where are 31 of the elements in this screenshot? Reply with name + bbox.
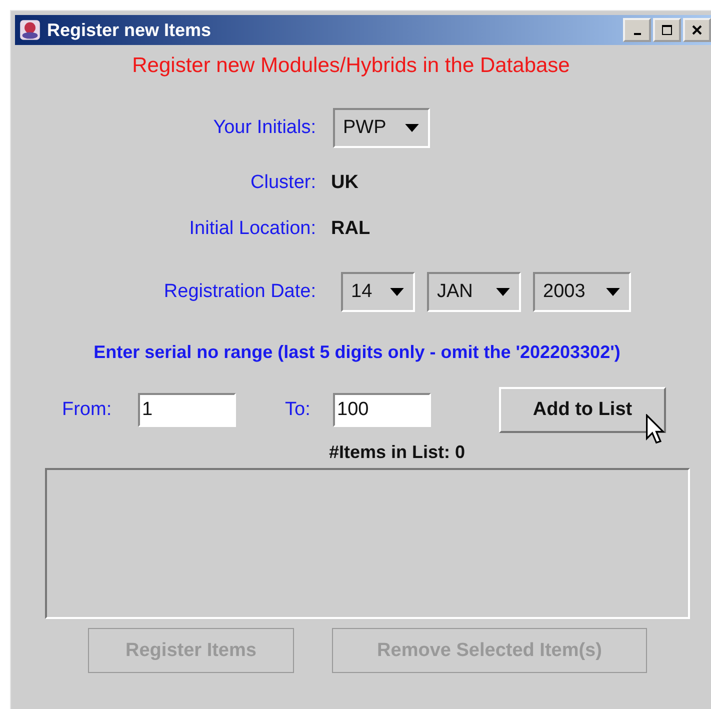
to-field[interactable]: 100 [333,393,431,427]
close-icon [691,24,703,36]
add-to-list-button[interactable]: Add to List [499,387,666,433]
from-field[interactable]: 1 [138,393,236,427]
initials-label: Your Initials: [212,117,316,139]
year-dropdown[interactable]: 2003 [533,272,631,312]
caret-icon [606,288,620,296]
maximize-button[interactable] [653,18,681,42]
cluster-value: UK [331,172,358,194]
date-label: Registration Date: [162,281,316,303]
instruction-text: Enter serial no range (last 5 digits only - omit the '202203302') [92,342,622,363]
month-dropdown[interactable]: JAN [427,272,521,312]
day-dropdown[interactable]: 14 [341,272,415,312]
window-title: Register new Items [47,20,212,40]
location-value: RAL [331,218,370,240]
location-label: Initial Location: [188,218,316,240]
to-label: To: [285,399,312,421]
minimize-button[interactable] [623,18,651,42]
cluster-label: Cluster: [250,172,316,194]
minimize-icon [634,33,640,35]
from-label: From: [62,399,113,421]
app-icon [19,19,41,41]
caret-icon [405,124,419,132]
close-button[interactable] [683,18,711,42]
mouse-cursor-icon [645,414,665,444]
dialog-heading: Register new Modules/Hybrids in the Database [131,54,571,78]
maximize-icon [661,24,673,36]
items-count: #Items in List: 0 [328,442,466,463]
initials-dropdown[interactable]: PWP [333,108,430,148]
caret-icon [496,288,510,296]
caret-icon [390,288,404,296]
